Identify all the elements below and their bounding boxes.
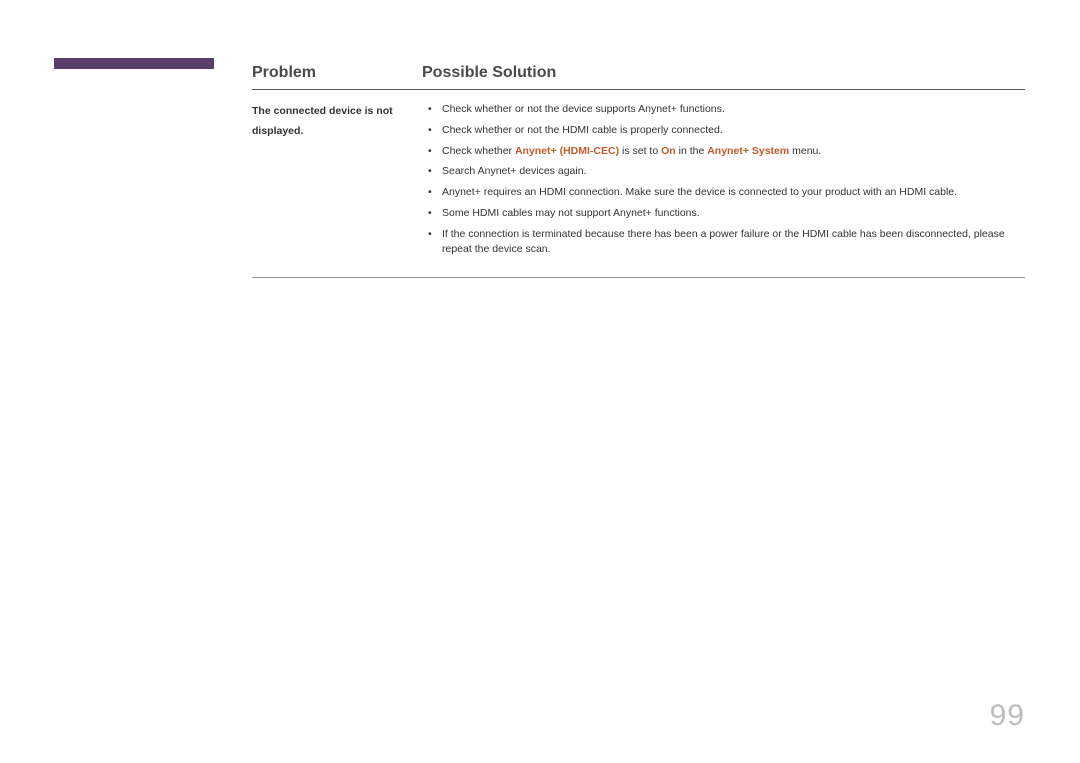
table-header-row: Problem Possible Solution [252, 64, 1025, 90]
text-fragment: in the [676, 145, 708, 157]
accent-setting-value: On [661, 145, 676, 157]
text-fragment: menu. [789, 145, 821, 157]
troubleshooting-table: Problem Possible Solution The connected … [252, 64, 1025, 278]
list-item: Check whether Anynet+ (HDMI-CEC) is set … [422, 144, 1025, 160]
problem-line-1: The connected device is not [252, 105, 393, 117]
text-fragment: Check whether [442, 145, 515, 157]
list-item: If the connection is terminated because … [422, 227, 1025, 259]
list-item: Search Anynet+ devices again. [422, 164, 1025, 180]
header-solution: Possible Solution [422, 64, 556, 81]
text-fragment: is set to [619, 145, 661, 157]
list-item: Check whether or not the HDMI cable is p… [422, 123, 1025, 139]
table-row: The connected device is not displayed. C… [252, 100, 1025, 278]
problem-line-2: displayed. [252, 125, 303, 137]
page-number: 99 [990, 699, 1025, 733]
list-item: Check whether or not the device supports… [422, 102, 1025, 118]
accent-bar [54, 58, 214, 69]
accent-setting-name: Anynet+ (HDMI-CEC) [515, 145, 619, 157]
header-problem: Problem [252, 64, 316, 81]
solution-list: Check whether or not the device supports… [422, 100, 1025, 258]
accent-menu-name: Anynet+ System [707, 145, 789, 157]
list-item: Some HDMI cables may not support Anynet+… [422, 206, 1025, 222]
problem-description: The connected device is not displayed. [252, 100, 422, 142]
list-item: Anynet+ requires an HDMI connection. Mak… [422, 185, 1025, 201]
